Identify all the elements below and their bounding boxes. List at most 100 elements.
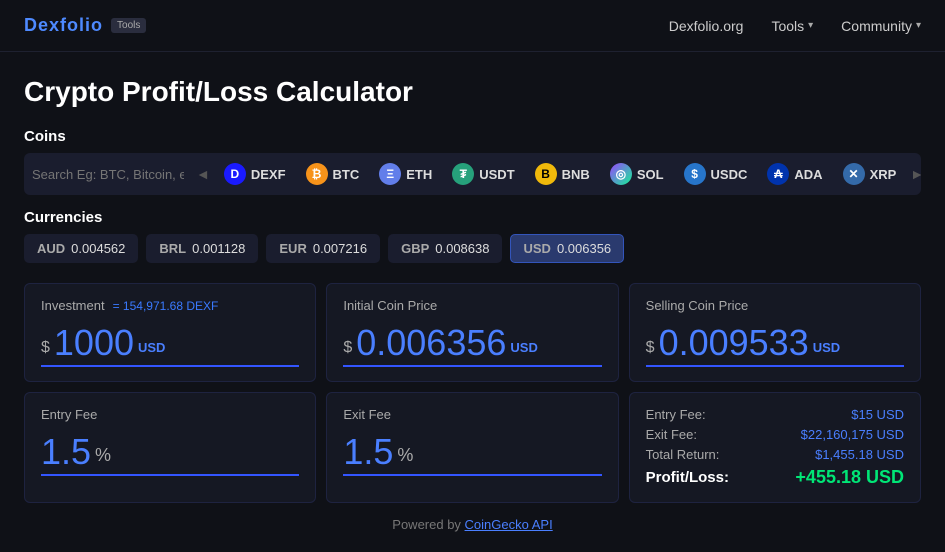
coin-icon-ada: ₳ bbox=[767, 163, 789, 185]
initial-price-card: Initial Coin Price $ 0.006356 USD bbox=[326, 283, 618, 382]
next-coin-arrow[interactable]: ► bbox=[906, 166, 921, 182]
currency-value-aud: 0.004562 bbox=[71, 241, 125, 256]
coin-item-bnb[interactable]: B BNB bbox=[525, 159, 600, 189]
exit-fee-result-line: Exit Fee: $22,160,175 USD bbox=[646, 427, 904, 442]
search-input[interactable] bbox=[32, 167, 192, 182]
investment-dollar-sign: $ bbox=[41, 339, 50, 361]
currency-pill-brl[interactable]: BRL 0.001128 bbox=[146, 234, 258, 263]
coin-item-dexf[interactable]: D DEXF bbox=[214, 159, 296, 189]
footer: Powered by CoinGecko API bbox=[24, 503, 921, 540]
initial-price-dollar-sign: $ bbox=[343, 339, 352, 361]
results-card: Entry Fee: $15 USD Exit Fee: $22,160,175… bbox=[629, 392, 921, 503]
coin-item-btc[interactable]: ₿ BTC bbox=[296, 159, 370, 189]
currency-pill-gbp[interactable]: GBP 0.008638 bbox=[388, 234, 502, 263]
currency-code-eur: EUR bbox=[279, 241, 306, 256]
initial-price-label: Initial Coin Price bbox=[343, 298, 601, 313]
exit-fee-value[interactable]: 1.5 bbox=[343, 434, 393, 470]
selling-price-label: Selling Coin Price bbox=[646, 298, 904, 313]
tools-chevron-icon: ▾ bbox=[808, 20, 813, 31]
currency-pill-eur[interactable]: EUR 0.007216 bbox=[266, 234, 380, 263]
profit-loss-value: +455.18 USD bbox=[795, 467, 904, 488]
coin-icon-usdt: ₮ bbox=[452, 163, 474, 185]
coin-item-ada[interactable]: ₳ ADA bbox=[757, 159, 832, 189]
entry-fee-result-line: Entry Fee: $15 USD bbox=[646, 407, 904, 422]
total-return-result-label: Total Return: bbox=[646, 447, 720, 462]
calc-row-1: Investment = 154,971.68 DEXF $ 1000 USD … bbox=[24, 283, 921, 382]
profit-loss-label: Profit/Loss: bbox=[646, 469, 729, 486]
coin-item-eth[interactable]: Ξ ETH bbox=[369, 159, 442, 189]
coin-symbol-usdc: USDC bbox=[711, 167, 748, 182]
navbar: Dexfolio Tools Dexfolio.org Tools ▾ Comm… bbox=[0, 0, 945, 52]
coin-icon-btc: ₿ bbox=[306, 163, 328, 185]
nav-links: Dexfolio.org Tools ▾ Community ▾ bbox=[669, 18, 921, 34]
entry-fee-value[interactable]: 1.5 bbox=[41, 434, 91, 470]
investment-card: Investment = 154,971.68 DEXF $ 1000 USD bbox=[24, 283, 316, 382]
currency-pill-usd[interactable]: USD 0.006356 bbox=[510, 234, 624, 263]
exit-fee-result-value: $22,160,175 USD bbox=[801, 427, 904, 442]
coin-icon-dexf: D bbox=[224, 163, 246, 185]
investment-input-row: $ 1000 USD bbox=[41, 317, 299, 367]
coin-symbol-xrp: XRP bbox=[870, 167, 897, 182]
nav-community[interactable]: Community ▾ bbox=[841, 18, 921, 34]
currency-value-brl: 0.001128 bbox=[192, 241, 245, 256]
coin-symbol-btc: BTC bbox=[333, 167, 360, 182]
coin-symbol-ada: ADA bbox=[794, 167, 822, 182]
entry-fee-label: Entry Fee bbox=[41, 407, 299, 422]
selling-price-card: Selling Coin Price $ 0.009533 USD bbox=[629, 283, 921, 382]
coin-icon-bnb: B bbox=[535, 163, 557, 185]
currency-code-usd: USD bbox=[523, 241, 550, 256]
currency-value-gbp: 0.008638 bbox=[435, 241, 489, 256]
coin-icon-eth: Ξ bbox=[379, 163, 401, 185]
nav-logo-area: Dexfolio Tools bbox=[24, 15, 146, 36]
coin-item-xrp[interactable]: ✕ XRP bbox=[833, 159, 907, 189]
total-return-result-line: Total Return: $1,455.18 USD bbox=[646, 447, 904, 462]
exit-fee-result-label: Exit Fee: bbox=[646, 427, 697, 442]
tools-badge: Tools bbox=[111, 18, 146, 33]
nav-tools[interactable]: Tools ▾ bbox=[771, 18, 813, 34]
entry-fee-card: Entry Fee 1.5 % bbox=[24, 392, 316, 503]
coins-section-label: Coins bbox=[24, 128, 921, 145]
profit-loss-line: Profit/Loss: +455.18 USD bbox=[646, 467, 904, 488]
coins-list: D DEXF ₿ BTC Ξ ETH ₮ USDT B BNB ◎ SOL $ … bbox=[214, 159, 906, 189]
coin-icon-sol: ◎ bbox=[610, 163, 632, 185]
coin-symbol-bnb: BNB bbox=[562, 167, 590, 182]
currency-code-gbp: GBP bbox=[401, 241, 429, 256]
entry-fee-unit: % bbox=[95, 445, 111, 470]
currency-value-usd: 0.006356 bbox=[557, 241, 611, 256]
coingecko-link[interactable]: CoinGecko API bbox=[465, 517, 553, 532]
coin-icon-xrp: ✕ bbox=[843, 163, 865, 185]
currencies-section-label: Currencies bbox=[24, 209, 921, 226]
investment-label: Investment = 154,971.68 DEXF bbox=[41, 298, 299, 313]
coin-symbol-usdt: USDT bbox=[479, 167, 514, 182]
coin-item-sol[interactable]: ◎ SOL bbox=[600, 159, 674, 189]
selling-price-value[interactable]: 0.009533 bbox=[659, 325, 809, 361]
currency-code-brl: BRL bbox=[159, 241, 186, 256]
coin-symbol-eth: ETH bbox=[406, 167, 432, 182]
coin-item-usdc[interactable]: $ USDC bbox=[674, 159, 758, 189]
coin-symbol-sol: SOL bbox=[637, 167, 664, 182]
exit-fee-label: Exit Fee bbox=[343, 407, 601, 422]
logo: Dexfolio bbox=[24, 15, 103, 36]
coin-item-usdt[interactable]: ₮ USDT bbox=[442, 159, 524, 189]
exit-fee-unit: % bbox=[397, 445, 413, 470]
selling-price-dollar-sign: $ bbox=[646, 339, 655, 361]
initial-price-value[interactable]: 0.006356 bbox=[356, 325, 506, 361]
currency-code-aud: AUD bbox=[37, 241, 65, 256]
nav-dexfolio-org[interactable]: Dexfolio.org bbox=[669, 18, 744, 34]
initial-price-input-row: $ 0.006356 USD bbox=[343, 317, 601, 367]
coin-symbol-dexf: DEXF bbox=[251, 167, 286, 182]
currencies-bar: AUD 0.004562 BRL 0.001128 EUR 0.007216 G… bbox=[24, 234, 921, 263]
exit-fee-input-row: 1.5 % bbox=[343, 426, 601, 476]
coins-bar: ◄ D DEXF ₿ BTC Ξ ETH ₮ USDT B BNB ◎ SOL … bbox=[24, 153, 921, 195]
initial-price-unit: USD bbox=[510, 340, 537, 361]
selling-price-unit: USD bbox=[813, 340, 840, 361]
currency-pill-aud[interactable]: AUD 0.004562 bbox=[24, 234, 138, 263]
entry-fee-input-row: 1.5 % bbox=[41, 426, 299, 476]
investment-value[interactable]: 1000 bbox=[54, 325, 134, 361]
coin-icon-usdc: $ bbox=[684, 163, 706, 185]
selling-price-input-row: $ 0.009533 USD bbox=[646, 317, 904, 367]
main-content: Crypto Profit/Loss Calculator Coins ◄ D … bbox=[0, 52, 945, 552]
total-return-result-value: $1,455.18 USD bbox=[815, 447, 904, 462]
prev-coin-arrow[interactable]: ◄ bbox=[192, 166, 214, 182]
calc-row-2: Entry Fee 1.5 % Exit Fee 1.5 % Entry Fee… bbox=[24, 392, 921, 503]
